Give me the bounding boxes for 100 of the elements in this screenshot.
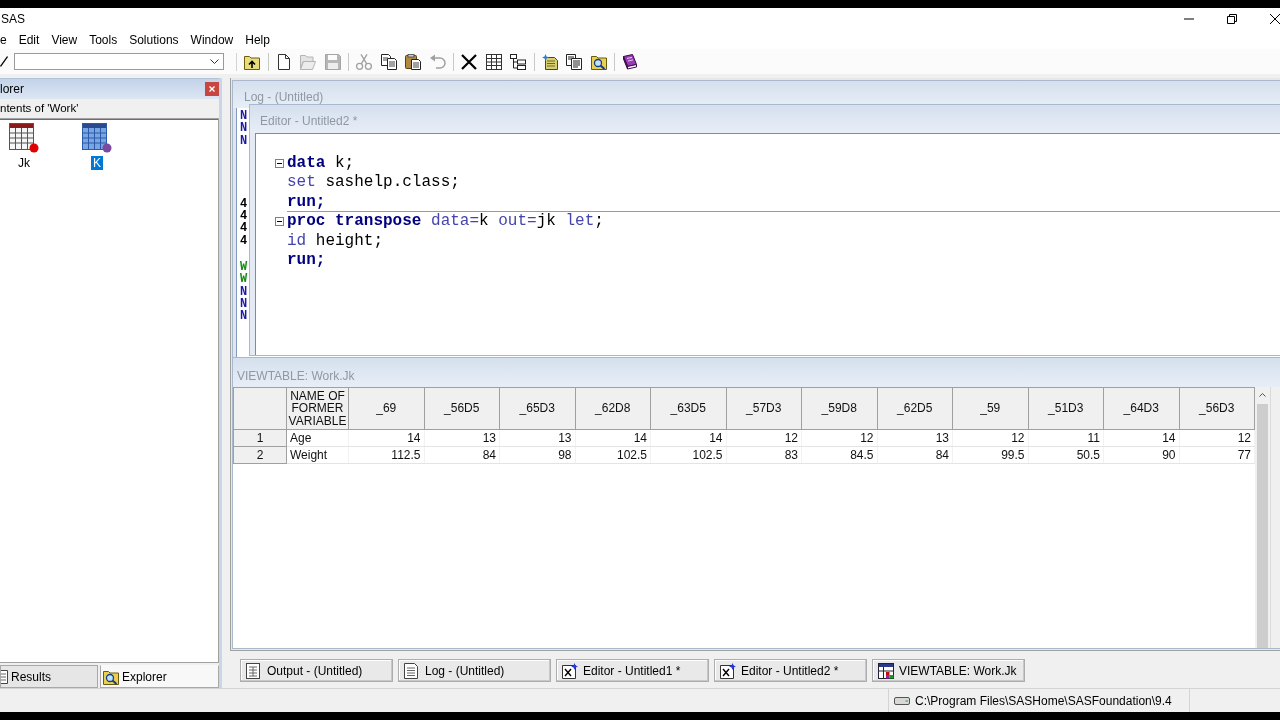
table-cell: 14	[348, 429, 424, 447]
log-text: N	[240, 133, 248, 148]
column-header[interactable]: _65D3	[499, 387, 575, 430]
column-header[interactable]: _64D3	[1103, 387, 1179, 430]
window-button[interactable]: Output - (Untitled)	[240, 659, 393, 682]
window-title: VIEWTABLE: Work.Jk	[237, 369, 355, 383]
table-cell: 13	[499, 429, 575, 447]
column-header[interactable]: NAME OF FORMER VARIABLE	[286, 387, 349, 430]
code-line: run;	[287, 250, 326, 271]
panel-tab[interactable]: Results	[0, 665, 98, 688]
column-header[interactable]: _62D8	[575, 387, 651, 430]
log-text: N	[240, 284, 248, 299]
dataset-label[interactable]: K	[91, 156, 103, 170]
window-button[interactable]: VIEWTABLE: Work.Jk	[872, 659, 1025, 682]
lined-page-icon	[404, 662, 420, 679]
column-header[interactable]: _56D3	[1179, 387, 1255, 430]
column-header[interactable]: _56D5	[424, 387, 500, 430]
close-icon[interactable]	[1270, 14, 1280, 24]
folder-magnifier-icon	[103, 668, 119, 685]
menu-item[interactable]: Help	[239, 31, 276, 48]
table-cell: 50.5	[1028, 446, 1104, 464]
book-icon[interactable]	[622, 53, 639, 70]
table-icon	[878, 662, 894, 679]
clipboard-icon[interactable]	[405, 53, 422, 70]
table-cell: 98	[499, 446, 575, 464]
table-cell: 83	[726, 446, 802, 464]
scrollbar[interactable]	[1255, 387, 1270, 648]
grid-page-icon	[246, 662, 262, 679]
menu-item[interactable]: View	[45, 31, 84, 48]
column-header[interactable]: _57D3	[726, 387, 802, 430]
code-line: run;	[287, 192, 326, 213]
menu-item[interactable]: Tools	[83, 31, 124, 48]
restore-icon[interactable]	[1227, 14, 1237, 24]
status-text: C:\Program Files\SASHome\SASFoundation\9.4	[915, 693, 1172, 708]
table-cell: 12	[726, 429, 802, 447]
minus-box-icon[interactable]	[275, 159, 284, 169]
menu-item[interactable]: Window	[184, 31, 240, 48]
window-button[interactable]: Editor - Untitled1 *	[556, 659, 709, 682]
table-cell: Weight	[286, 446, 349, 464]
table-cell: 112.5	[348, 446, 424, 464]
command-field[interactable]	[14, 53, 224, 70]
table-cell: Age	[286, 429, 349, 447]
table-cell: 14	[575, 429, 651, 447]
table-icon[interactable]	[82, 123, 112, 153]
log-text: N	[240, 309, 248, 324]
table-cell: 14	[650, 429, 726, 447]
chevron-up-icon[interactable]	[1258, 393, 1266, 397]
sparkle-page-icon[interactable]	[541, 53, 558, 70]
chevron-down-icon[interactable]	[210, 59, 219, 64]
scrollbar-thumb[interactable]	[1256, 404, 1268, 648]
tree-icon[interactable]	[510, 53, 527, 70]
minus-box-icon[interactable]	[275, 217, 284, 227]
table-cell: 90	[1103, 446, 1179, 464]
log-text: 4	[240, 233, 248, 248]
lined-pages-icon[interactable]	[566, 53, 583, 70]
table-cell: 13	[424, 429, 500, 447]
dataset-label[interactable]: Jk	[16, 156, 32, 170]
column-header[interactable]: _59	[952, 387, 1028, 430]
table-cell: 84	[424, 446, 500, 464]
page-icon	[1, 669, 8, 684]
folder-arrow-icon[interactable]	[244, 53, 261, 70]
window-button[interactable]: Editor - Untitled2 *	[714, 659, 867, 682]
two-pages-icon[interactable]	[380, 53, 397, 70]
column-header[interactable]: _63D5	[650, 387, 726, 430]
panel-tab[interactable]: Explorer	[100, 665, 219, 688]
x-icon[interactable]	[461, 53, 478, 70]
menu-item[interactable]: Edit	[12, 31, 46, 48]
menu-item[interactable]: Solutions	[123, 31, 185, 48]
column-header[interactable]: _62D5	[877, 387, 953, 430]
code-editor[interactable]: data k; set sashelp.class; run; proc transpose data=k out=jk let; id height; run;	[255, 133, 1280, 355]
grid-icon[interactable]	[485, 53, 502, 70]
table-cell: 99.5	[952, 446, 1028, 464]
log-text: 4	[240, 221, 248, 236]
table-icon[interactable]	[9, 123, 39, 153]
log-text: 4	[240, 196, 248, 211]
code-line: data k;	[287, 154, 355, 174]
star-page-icon	[720, 662, 736, 679]
table-cell: 11	[1028, 429, 1104, 447]
code-line: id height;	[287, 231, 383, 251]
table-cell: 14	[1103, 429, 1179, 447]
table-cell: 102.5	[575, 446, 651, 464]
folder-magnifier-icon[interactable]	[590, 53, 607, 70]
window-button[interactable]: Log - (Untitled)	[398, 659, 551, 682]
table-cell: 84.5	[801, 446, 877, 464]
table-cell: 12	[952, 429, 1028, 447]
menu-item[interactable]: e	[0, 31, 13, 48]
table-cell: 102.5	[650, 446, 726, 464]
log-text: N	[240, 296, 248, 311]
page-icon[interactable]	[275, 53, 292, 70]
table-cell: 77	[1179, 446, 1255, 464]
column-header[interactable]: _69	[348, 387, 424, 430]
log-text: N	[240, 121, 248, 136]
check-icon[interactable]	[0, 56, 8, 67]
window-title: Editor - Untitled2 *	[260, 114, 358, 128]
column-header[interactable]: _51D3	[1028, 387, 1104, 430]
code-line: set sashelp.class;	[287, 173, 460, 193]
star-page-icon	[562, 662, 578, 679]
column-header[interactable]: _59D8	[801, 387, 877, 430]
window-title: Log - (Untitled)	[244, 90, 324, 104]
code-line: proc transpose data=k out=jk let;	[287, 212, 604, 232]
